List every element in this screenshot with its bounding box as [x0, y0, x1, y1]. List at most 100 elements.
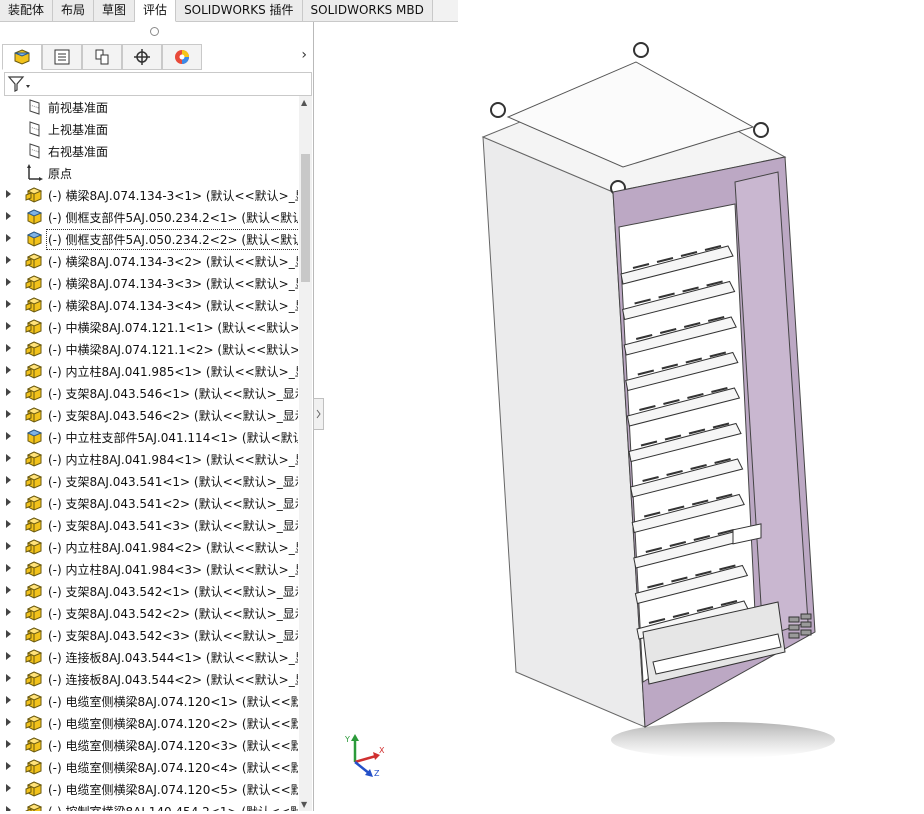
scrollbar-thumb[interactable]	[301, 154, 310, 282]
expand-arrow-icon[interactable]	[6, 696, 11, 704]
tree-item[interactable]: (-) 内立柱8AJ.041.985<1> (默认<<默认>_显示	[0, 360, 298, 382]
feature-manager-tab-icon[interactable]	[2, 44, 42, 70]
expand-arrow-icon[interactable]	[6, 212, 11, 220]
manager-tabs: ›	[0, 44, 313, 70]
expand-arrow-icon[interactable]	[6, 608, 11, 616]
expand-arrow-icon[interactable]	[6, 344, 11, 352]
expand-arrow-icon[interactable]	[6, 278, 11, 286]
tree-item[interactable]: (-) 连接板8AJ.043.544<1> (默认<<默认>_显示	[0, 646, 298, 668]
expand-arrow-icon[interactable]	[6, 740, 11, 748]
part-icon	[25, 648, 43, 666]
tree-item[interactable]: 前视基准面	[0, 96, 298, 118]
display-manager-tab-icon[interactable]	[162, 44, 202, 70]
tree-item[interactable]: (-) 横梁8AJ.074.134-3<2> (默认<<默认>_显示	[0, 250, 298, 272]
tree-item[interactable]: (-) 横梁8AJ.074.134-3<4> (默认<<默认>_显示	[0, 294, 298, 316]
tree-item-label: 原点	[48, 167, 73, 181]
tab-0[interactable]: 装配体	[0, 0, 54, 21]
expand-arrow-icon[interactable]	[6, 652, 11, 660]
tree-item[interactable]: (-) 支架8AJ.043.542<2> (默认<<默认>_显示状	[0, 602, 298, 624]
expand-arrow-icon[interactable]	[6, 322, 11, 330]
expand-arrow-icon[interactable]	[6, 300, 11, 308]
tree-item[interactable]: (-) 内立柱8AJ.041.984<2> (默认<<默认>_显示	[0, 536, 298, 558]
tree-item[interactable]: (-) 横梁8AJ.074.134-3<3> (默认<<默认>_显示	[0, 272, 298, 294]
graphics-area[interactable]	[323, 22, 924, 811]
tab-4[interactable]: SOLIDWORKS 插件	[176, 0, 303, 21]
expand-arrow-icon[interactable]	[6, 762, 11, 770]
tab-2[interactable]: 草图	[94, 0, 136, 21]
tree-item[interactable]: (-) 连接板8AJ.043.544<2> (默认<<默认>_显示	[0, 668, 298, 690]
tree-item-label: (-) 内立柱8AJ.041.984<3> (默认<<默认>_显示	[48, 563, 298, 577]
tree-scrollbar[interactable]: ▲ ▼	[299, 96, 312, 811]
tree-item[interactable]: (-) 支架8AJ.043.542<1> (默认<<默认>_显示状	[0, 580, 298, 602]
triad-x-label: X	[379, 746, 385, 755]
part-icon	[25, 692, 43, 710]
tree-item-label: (-) 支架8AJ.043.542<2> (默认<<默认>_显示状	[48, 607, 298, 621]
expand-arrow-icon[interactable]	[6, 388, 11, 396]
tree-item[interactable]: (-) 电缆室侧横梁8AJ.074.120<1> (默认<<默认	[0, 690, 298, 712]
property-manager-tab-icon[interactable]	[42, 44, 82, 70]
tree-item[interactable]: 原点	[0, 162, 298, 184]
part-icon	[25, 494, 43, 512]
scroll-down-arrow[interactable]: ▼	[301, 800, 307, 809]
tree-item[interactable]: (-) 支架8AJ.043.546<2> (默认<<默认>_显示状	[0, 404, 298, 426]
tree-item[interactable]: 右视基准面	[0, 140, 298, 162]
tree-item[interactable]: (-) 电缆室侧横梁8AJ.074.120<2> (默认<<默认	[0, 712, 298, 734]
expand-arrow-icon[interactable]	[6, 520, 11, 528]
dimxpert-manager-tab-icon[interactable]	[122, 44, 162, 70]
tree-item[interactable]: (-) 横梁8AJ.074.134-3<1> (默认<<默认>_显示	[0, 184, 298, 206]
tree-item[interactable]: (-) 支架8AJ.043.541<3> (默认<<默认>_显示状	[0, 514, 298, 536]
expand-arrow-icon[interactable]	[6, 630, 11, 638]
tree-item[interactable]: (-) 侧框支部件5AJ.050.234.2<1> (默认<默认_	[0, 206, 298, 228]
expand-arrow-icon[interactable]	[6, 432, 11, 440]
part-icon	[25, 780, 43, 798]
expand-arrow-icon[interactable]	[6, 256, 11, 264]
tree-item[interactable]: (-) 中横梁8AJ.074.121.1<2> (默认<<默认>_显	[0, 338, 298, 360]
feature-manager-panel: › 前视基准面 上视基准面 右视基准面原点 (-) 横梁8AJ.074.134-3<1…	[0, 22, 314, 811]
tree-item[interactable]: (-) 中横梁8AJ.074.121.1<1> (默认<<默认>_显	[0, 316, 298, 338]
expand-arrow-icon[interactable]	[6, 586, 11, 594]
tree-item[interactable]: (-) 支架8AJ.043.541<2> (默认<<默认>_显示状	[0, 492, 298, 514]
filter-icon[interactable]	[7, 74, 33, 94]
filter-bar[interactable]	[4, 72, 312, 96]
tab-3[interactable]: 评估	[135, 0, 177, 22]
tree-item[interactable]: (-) 内立柱8AJ.041.984<1> (默认<<默认>_显示	[0, 448, 298, 470]
expand-arrow-icon[interactable]	[6, 498, 11, 506]
tree-item[interactable]: (-) 内立柱8AJ.041.984<3> (默认<<默认>_显示	[0, 558, 298, 580]
tree-item-label: (-) 中横梁8AJ.074.121.1<1> (默认<<默认>_显	[48, 321, 298, 335]
expand-arrow-icon[interactable]	[6, 674, 11, 682]
tab-5[interactable]: SOLIDWORKS MBD	[302, 0, 433, 21]
feature-tree: 前视基准面 上视基准面 右视基准面原点 (-) 横梁8AJ.074.134-3<1> …	[0, 96, 298, 811]
tree-item[interactable]: (-) 电缆室侧横梁8AJ.074.120<4> (默认<<默认	[0, 756, 298, 778]
expand-arrow-icon[interactable]	[6, 806, 11, 811]
tree-item[interactable]: (-) 中立柱支部件5AJ.041.114<1> (默认<默认_	[0, 426, 298, 448]
part-icon	[25, 802, 43, 811]
more-tabs-arrow[interactable]: ›	[301, 47, 307, 63]
tree-item[interactable]: (-) 支架8AJ.043.546<1> (默认<<默认>_显示状	[0, 382, 298, 404]
panel-grip[interactable]	[150, 27, 159, 36]
tree-item[interactable]: (-) 电缆室侧横梁8AJ.074.120<5> (默认<<默认	[0, 778, 298, 800]
origin-icon	[25, 164, 43, 182]
tab-1[interactable]: 布局	[53, 0, 95, 21]
expand-arrow-icon[interactable]	[6, 718, 11, 726]
part-icon	[25, 340, 43, 358]
tree-item[interactable]: (-) 支架8AJ.043.541<1> (默认<<默认>_显示状	[0, 470, 298, 492]
expand-arrow-icon[interactable]	[6, 542, 11, 550]
expand-arrow-icon[interactable]	[6, 476, 11, 484]
tree-item-label: (-) 电缆室侧横梁8AJ.074.120<2> (默认<<默认	[48, 717, 298, 731]
tree-item[interactable]: (-) 支架8AJ.043.542<3> (默认<<默认>_显示状	[0, 624, 298, 646]
tree-item-label: (-) 支架8AJ.043.542<1> (默认<<默认>_显示状	[48, 585, 298, 599]
expand-arrow-icon[interactable]	[6, 410, 11, 418]
tree-item[interactable]: (-) 控制室横梁8AJ.140.454.2<1> (默认<<默认	[0, 800, 298, 811]
configuration-manager-tab-icon[interactable]	[82, 44, 122, 70]
scroll-up-arrow[interactable]: ▲	[301, 98, 307, 107]
tree-item[interactable]: 上视基准面	[0, 118, 298, 140]
tree-item-label: (-) 侧框支部件5AJ.050.234.2<1> (默认<默认_	[48, 211, 298, 225]
tree-item[interactable]: (-) 侧框支部件5AJ.050.234.2<2> (默认<默认_	[0, 228, 298, 250]
expand-arrow-icon[interactable]	[6, 190, 11, 198]
expand-arrow-icon[interactable]	[6, 234, 11, 242]
expand-arrow-icon[interactable]	[6, 366, 11, 374]
expand-arrow-icon[interactable]	[6, 564, 11, 572]
expand-arrow-icon[interactable]	[6, 454, 11, 462]
expand-arrow-icon[interactable]	[6, 784, 11, 792]
tree-item[interactable]: (-) 电缆室侧横梁8AJ.074.120<3> (默认<<默认	[0, 734, 298, 756]
